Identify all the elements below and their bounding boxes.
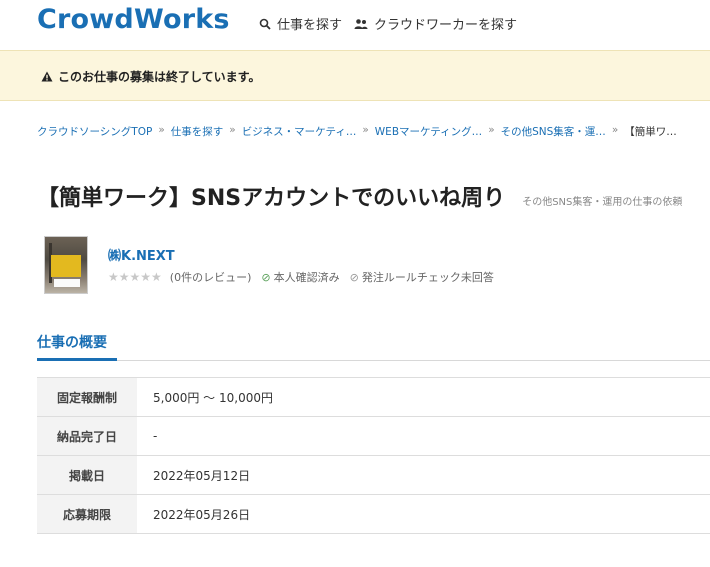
rule-check-badge: ⊘ 発注ルールチェック未回答 bbox=[350, 269, 494, 285]
identity-verified-badge: ⊘ 本人確認済み bbox=[261, 269, 339, 285]
table-row: 掲載日 2022年05月12日 bbox=[37, 455, 710, 495]
closed-notice: このお仕事の募集は終了しています。 bbox=[41, 68, 260, 85]
breadcrumb-item-sns[interactable]: その他SNS集客・運… bbox=[501, 124, 606, 139]
nav-find-jobs-link[interactable]: 仕事を探す bbox=[259, 14, 342, 33]
job-title: 【簡単ワーク】SNSアカウントでのいいね周り bbox=[37, 186, 506, 211]
breadcrumb-separator: » bbox=[488, 124, 495, 136]
section-heading-underline bbox=[37, 358, 117, 361]
site-header: CrowdWorks 仕事を探す クラウドワーカーを探す bbox=[0, 0, 710, 50]
rating-stars: ★★★★★ bbox=[108, 270, 162, 284]
job-title-row: 【簡単ワーク】SNSアカウントでのいいね周り その他SNS集客・運用の仕事の依頼 bbox=[37, 180, 682, 212]
breadcrumb: クラウドソーシングTOP » 仕事を探す » ビジネス・マーケティ… » WEBマーケティン… bbox=[37, 124, 677, 139]
closed-notice-banner: このお仕事の募集は終了しています。 bbox=[0, 50, 710, 101]
nav-find-workers-link[interactable]: クラウドワーカーを探す bbox=[354, 14, 517, 33]
no-circle-icon: ⊘ bbox=[349, 270, 359, 284]
search-icon bbox=[259, 18, 271, 30]
breadcrumb-item-business-marketing[interactable]: ビジネス・マーケティ… bbox=[242, 124, 357, 139]
closed-notice-text: このお仕事の募集は終了しています。 bbox=[58, 70, 261, 84]
table-row: 応募期限 2022年05月26日 bbox=[37, 494, 710, 534]
client-avatar[interactable] bbox=[44, 236, 88, 294]
row-label: 掲載日 bbox=[37, 455, 137, 495]
breadcrumb-separator: » bbox=[158, 124, 165, 136]
breadcrumb-item-top[interactable]: クラウドソーシングTOP bbox=[37, 124, 152, 139]
review-count[interactable]: (0件のレビュー) bbox=[170, 269, 252, 285]
table-row: 固定報酬制 5,000円 〜 10,000円 bbox=[37, 377, 710, 417]
review-count-label: (0件のレビュー) bbox=[169, 271, 252, 284]
breadcrumb-item-web-marketing[interactable]: WEBマーケティング… bbox=[375, 124, 482, 139]
table-row: 納品完了日 - bbox=[37, 416, 710, 456]
breadcrumb-separator: » bbox=[611, 124, 619, 136]
breadcrumb-item-current: 【簡単ワ… bbox=[624, 126, 677, 138]
check-circle-icon: ⊘ bbox=[261, 270, 271, 284]
client-meta: ★★★★★ (0件のレビュー) ⊘ 本人確認済み ⊘ 発注ルールチェック未回答 bbox=[108, 269, 504, 285]
breadcrumb-item-find-jobs[interactable]: 仕事を探す bbox=[171, 124, 224, 139]
row-value: 5,000円 〜 10,000円 bbox=[137, 377, 710, 417]
nav-find-workers-label: クラウドワーカーを探す bbox=[374, 18, 518, 33]
avatar-detail bbox=[54, 279, 80, 287]
nav-find-jobs-label: 仕事を探す bbox=[277, 18, 343, 33]
crowdworks-logo[interactable]: CrowdWorks bbox=[37, 4, 230, 35]
avatar-detail bbox=[51, 255, 81, 277]
breadcrumb-separator: » bbox=[229, 124, 236, 136]
row-label: 応募期限 bbox=[37, 494, 137, 534]
identity-verified-label: 本人確認済み bbox=[273, 271, 340, 284]
rule-check-label: 発注ルールチェック未回答 bbox=[361, 271, 494, 284]
row-label: 固定報酬制 bbox=[37, 377, 137, 417]
overview-table: 固定報酬制 5,000円 〜 10,000円 納品完了日 - 掲載日 2022年… bbox=[37, 377, 710, 534]
people-icon bbox=[354, 18, 368, 29]
job-category[interactable]: その他SNS集客・運用の仕事の依頼 bbox=[522, 193, 682, 208]
overview-heading: 仕事の概要 bbox=[37, 335, 107, 351]
row-value: - bbox=[137, 416, 710, 456]
client-name-link[interactable]: ㈱K.NEXT bbox=[108, 245, 175, 264]
row-value: 2022年05月26日 bbox=[137, 494, 710, 534]
row-value: 2022年05月12日 bbox=[137, 455, 710, 495]
warning-icon bbox=[41, 71, 53, 82]
section-divider bbox=[37, 360, 710, 361]
breadcrumb-separator: » bbox=[362, 124, 369, 136]
row-label: 納品完了日 bbox=[37, 416, 137, 456]
